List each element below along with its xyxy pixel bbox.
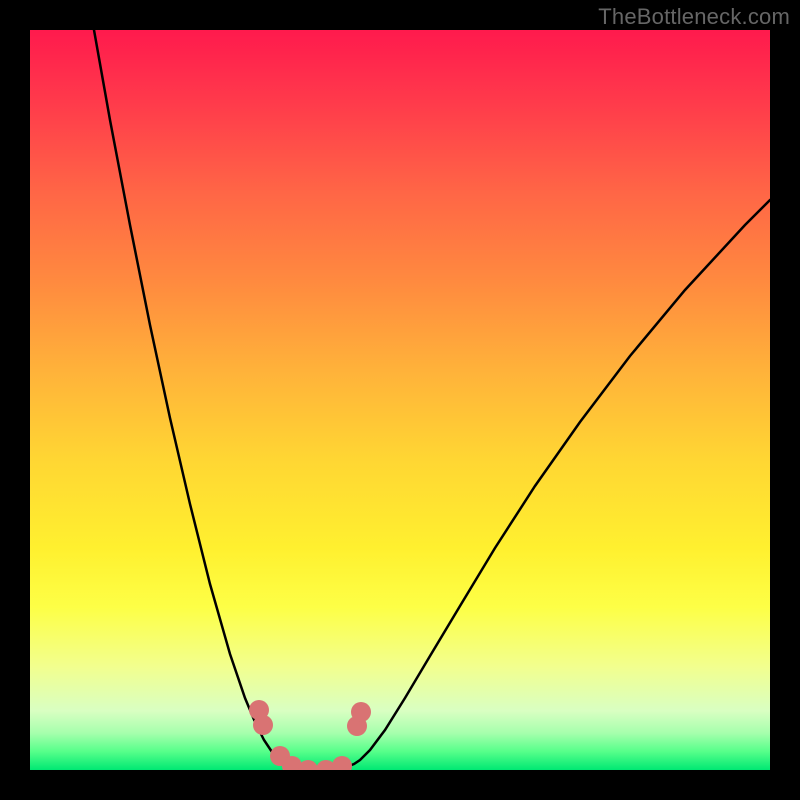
curve-marker <box>351 702 371 722</box>
bottleneck-curve <box>94 30 770 770</box>
chart-plot-area <box>30 30 770 770</box>
chart-frame: TheBottleneck.com <box>0 0 800 800</box>
watermark-text: TheBottleneck.com <box>598 4 790 30</box>
marker-layer <box>249 700 371 770</box>
curve-marker <box>253 715 273 735</box>
curve-layer <box>30 30 770 770</box>
curve-marker <box>332 756 352 770</box>
curve-marker <box>298 760 318 770</box>
